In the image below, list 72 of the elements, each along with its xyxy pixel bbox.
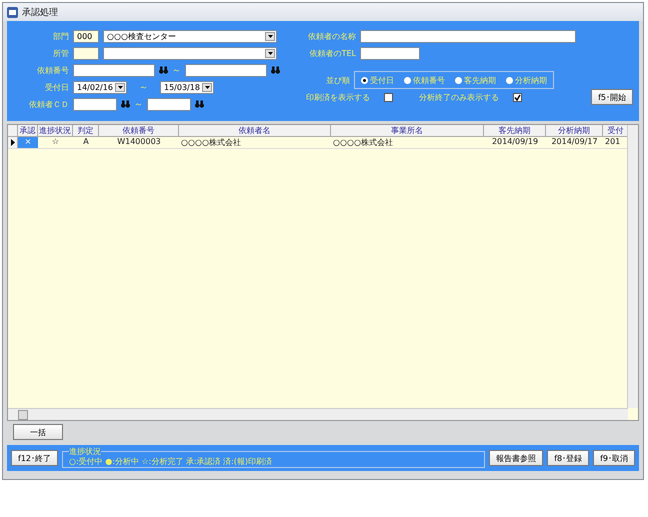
horizontal-scrollbar[interactable] bbox=[8, 408, 628, 420]
checkbox[interactable] bbox=[513, 92, 522, 102]
range-tilde: ～ bbox=[134, 98, 143, 110]
date-dropdown[interactable]: 14/02/16 bbox=[73, 80, 127, 94]
radio-dot[interactable] bbox=[361, 76, 368, 84]
input-field[interactable] bbox=[360, 30, 576, 42]
column-header[interactable]: 客先納期 bbox=[484, 125, 546, 136]
input-field[interactable] bbox=[73, 98, 117, 110]
window-title: 承認処理 bbox=[22, 6, 58, 18]
radio-dot[interactable] bbox=[506, 76, 513, 84]
range-tilde: ～ bbox=[139, 82, 148, 94]
field-label: 依頼番号 bbox=[36, 64, 69, 76]
table-cell-text: 201 bbox=[604, 137, 622, 148]
binoculars-icon[interactable] bbox=[271, 66, 280, 74]
app-icon bbox=[7, 6, 18, 18]
row-pointer-icon bbox=[10, 139, 14, 146]
footer-button[interactable]: f9･取消 bbox=[593, 450, 635, 466]
checkbox-label: 分析終了のみ表示する bbox=[418, 92, 499, 102]
input-field[interactable] bbox=[360, 46, 420, 60]
table-cell-text: W1400003 bbox=[116, 137, 162, 148]
binoculars-icon[interactable] bbox=[159, 66, 168, 74]
footer-button[interactable]: 報告書参照 bbox=[489, 450, 544, 466]
code-field[interactable]: 000 bbox=[73, 30, 99, 42]
vertical-scrollbar[interactable] bbox=[627, 125, 638, 408]
dropdown-button[interactable] bbox=[115, 82, 125, 92]
column-header[interactable]: 依頼者名 bbox=[179, 125, 331, 136]
table-cell-text: A bbox=[82, 137, 90, 148]
binoculars-icon[interactable] bbox=[195, 100, 204, 108]
field-label: 依頼者のTEL bbox=[308, 48, 356, 58]
input-field[interactable] bbox=[147, 98, 191, 110]
input-field[interactable] bbox=[73, 64, 155, 76]
table-cell: × bbox=[18, 137, 38, 148]
department-dropdown[interactable]: ○○○検査センター bbox=[103, 30, 277, 42]
start-button[interactable]: f5･開始 bbox=[591, 89, 633, 105]
column-header[interactable]: 事業所名 bbox=[331, 125, 484, 136]
column-header[interactable]: 承認 bbox=[18, 125, 38, 136]
dropdown-button[interactable] bbox=[265, 32, 275, 40]
field-label: 受付日 bbox=[44, 82, 69, 92]
field-label: 依頼者ＣＤ bbox=[28, 98, 69, 110]
table-cell-text: 2014/09/19 bbox=[490, 137, 540, 148]
caret-icon bbox=[268, 34, 272, 38]
binoculars-icon[interactable] bbox=[121, 100, 130, 108]
column-header[interactable]: 進捗状況 bbox=[38, 125, 73, 136]
legend-text: ○:受付中 ●:分析中 ☆:分析完了 承:承認済 済:(報)印刷済 bbox=[69, 456, 272, 466]
checkbox[interactable] bbox=[384, 92, 393, 102]
input-field[interactable] bbox=[185, 64, 267, 76]
field-label: 部門 bbox=[52, 30, 69, 42]
caret-icon bbox=[204, 86, 210, 88]
field-label: 所管 bbox=[52, 48, 69, 58]
footer-button[interactable]: f8･登録 bbox=[547, 450, 590, 466]
date-dropdown[interactable]: 15/03/18 bbox=[160, 80, 214, 94]
code-field[interactable] bbox=[73, 46, 99, 60]
dropdown-button[interactable] bbox=[202, 82, 212, 92]
radio-dot[interactable] bbox=[455, 76, 462, 84]
radio-dot[interactable] bbox=[404, 76, 411, 84]
table-cell-text: ○○○○株式会社 bbox=[332, 137, 394, 148]
bulk-button[interactable]: 一括 bbox=[13, 424, 63, 440]
legend-title: 進捗状況 bbox=[69, 448, 101, 455]
caret-icon bbox=[268, 52, 272, 54]
table-cell-text: 2014/09/17 bbox=[550, 137, 599, 148]
table-cell-text: ☆ bbox=[50, 137, 60, 148]
field-label: 依頼者の名称 bbox=[307, 30, 356, 42]
table-cell-text: ○○○○株式会社 bbox=[180, 137, 242, 148]
range-tilde: ～ bbox=[172, 64, 181, 76]
checkbox-label: 印刷済を表示する bbox=[305, 92, 370, 102]
column-header[interactable]: 分析納期 bbox=[546, 125, 603, 136]
caret-icon bbox=[118, 86, 122, 88]
exit-button[interactable]: f12･終了 bbox=[11, 450, 58, 466]
dropdown-button[interactable] bbox=[265, 48, 275, 58]
column-header[interactable]: 依頼番号 bbox=[99, 125, 179, 136]
field-label: 並び順 bbox=[325, 74, 350, 86]
column-header[interactable]: 判定 bbox=[73, 125, 99, 136]
